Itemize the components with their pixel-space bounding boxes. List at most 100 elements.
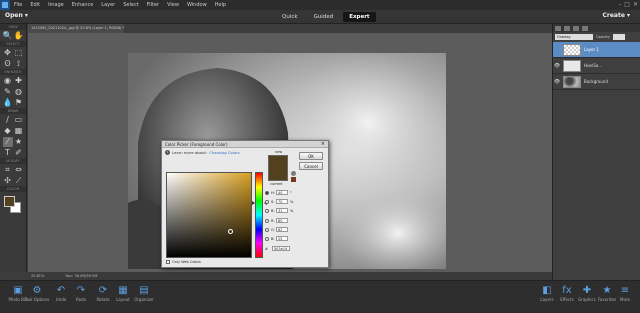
- gradient-tool-icon[interactable]: ▦: [14, 126, 24, 136]
- organizer-button[interactable]: ▤ Organizer: [129, 284, 159, 302]
- layer-visibility-icon[interactable]: 👁: [553, 63, 561, 69]
- brush-tool-icon[interactable]: ∕: [3, 115, 13, 125]
- tab-guided[interactable]: Guided: [308, 12, 340, 22]
- mode-bar: Open ▾ Quick Guided Expert Create ▾: [0, 10, 640, 24]
- straighten-tool-icon[interactable]: ⟋: [14, 176, 24, 186]
- brightness-input[interactable]: 31: [276, 208, 288, 213]
- delete-layer-icon[interactable]: [582, 25, 588, 31]
- marquee-tool-icon[interactable]: ⬚: [14, 48, 24, 58]
- blur-tool-icon[interactable]: 💧: [3, 98, 13, 108]
- crop-tool-icon[interactable]: ⌗: [3, 165, 13, 175]
- menu-enhance[interactable]: Enhance: [68, 0, 98, 10]
- sponge-tool-icon[interactable]: ◍: [14, 87, 24, 97]
- clone-stamp-tool-icon[interactable]: ⚑: [14, 98, 24, 108]
- menu-layer[interactable]: Layer: [97, 0, 119, 10]
- pencil-tool-icon[interactable]: ✐: [14, 148, 24, 158]
- layer-row-background[interactable]: 👁 Background: [553, 74, 640, 90]
- menu-file[interactable]: File: [10, 0, 26, 10]
- hue-slider[interactable]: [255, 172, 263, 258]
- menu-view[interactable]: View: [163, 0, 183, 10]
- new-color-label: new: [275, 150, 283, 154]
- custom-shape-tool-icon[interactable]: ★: [14, 137, 24, 147]
- web-safe-color-icon[interactable]: [291, 177, 296, 182]
- layers-panel-header: [553, 24, 640, 32]
- eraser-tool-icon[interactable]: ▭: [14, 115, 24, 125]
- hue-input[interactable]: 40: [276, 190, 288, 195]
- section-color-label: COLOR: [0, 186, 26, 192]
- saturation-brightness-field[interactable]: [166, 172, 252, 258]
- type-tool-icon[interactable]: T: [3, 148, 13, 158]
- blue-input[interactable]: 25: [276, 236, 288, 241]
- green-input[interactable]: 62: [276, 227, 288, 232]
- more-button[interactable]: ≡ More: [610, 284, 640, 302]
- info-icon: i: [165, 150, 170, 155]
- color-picker-tool-icon[interactable]: ⁄: [2, 136, 13, 147]
- new-group-icon[interactable]: [564, 25, 570, 31]
- zoom-tool-icon[interactable]: 🔍: [3, 31, 13, 41]
- menu-window[interactable]: Window: [183, 0, 211, 10]
- red-radio[interactable]: [265, 218, 269, 223]
- field-blue: B: 25: [265, 235, 288, 242]
- color-marker[interactable]: [228, 229, 233, 234]
- layer-visibility-icon[interactable]: 👁: [553, 79, 561, 85]
- foreground-color-swatch[interactable]: [4, 196, 15, 207]
- saturation-input[interactable]: 70: [276, 199, 288, 204]
- more-icon: ≡: [620, 285, 630, 296]
- field-green: G: 62: [265, 226, 288, 233]
- brightness-radio[interactable]: [265, 208, 269, 213]
- lasso-tool-icon[interactable]: ʘ: [3, 59, 13, 69]
- menu-help[interactable]: Help: [211, 0, 230, 10]
- red-input[interactable]: 80: [276, 218, 288, 223]
- saturation-radio[interactable]: [265, 199, 269, 204]
- adjustment-layer-icon[interactable]: [573, 25, 579, 31]
- blue-radio[interactable]: [265, 236, 269, 241]
- tab-quick[interactable]: Quick: [276, 12, 304, 22]
- smart-brush-tool-icon[interactable]: ✎: [3, 87, 13, 97]
- hue-slider-left-arrow-icon[interactable]: [252, 201, 255, 205]
- layer-row-layer1[interactable]: Layer 1: [553, 42, 640, 58]
- quick-select-tool-icon[interactable]: ⟟: [14, 59, 24, 69]
- dialog-titlebar[interactable]: Color Picker (Foreground Color) ×: [162, 141, 328, 148]
- layer-row-hue-saturation[interactable]: 👁 Hue/Sa...: [553, 58, 640, 74]
- hue-radio[interactable]: [265, 190, 269, 195]
- only-web-colors-checkbox[interactable]: [166, 260, 170, 264]
- choosing-colors-link[interactable]: Choosing Colors: [209, 150, 240, 155]
- close-icon[interactable]: ×: [321, 141, 325, 148]
- doc-size-readout: Doc: 36.0M/59.5M: [65, 274, 98, 278]
- document-tab[interactable]: 1415562_20211024_.jpg @ 20.6% (Layer 1, …: [28, 24, 124, 33]
- window-controls: – □ ✕: [618, 1, 638, 8]
- organizer-label: Organizer: [134, 297, 154, 302]
- move-tool-icon[interactable]: ✥: [3, 48, 13, 58]
- menu-edit[interactable]: Edit: [26, 0, 44, 10]
- hand-tool-icon[interactable]: ✋: [14, 31, 24, 41]
- layers-panel: Overlay Opacity: Layer 1 👁 Hue/Sa... 👁 B…: [552, 24, 640, 280]
- recompose-tool-icon[interactable]: ⇔: [14, 165, 24, 175]
- mode-tabs: Quick Guided Expert: [276, 12, 376, 22]
- minimize-icon[interactable]: –: [618, 1, 621, 8]
- photoshop-elements-window: File Edit Image Enhance Layer Select Fil…: [0, 0, 640, 313]
- menu-select[interactable]: Select: [119, 0, 142, 10]
- field-hue: H: 40 °: [265, 189, 292, 196]
- paint-bucket-tool-icon[interactable]: ◆: [3, 126, 13, 136]
- app-logo-icon: [0, 0, 10, 10]
- cancel-button[interactable]: Cancel: [299, 162, 323, 170]
- green-radio[interactable]: [265, 227, 269, 232]
- maximize-icon[interactable]: □: [624, 1, 630, 8]
- menu-image[interactable]: Image: [44, 0, 68, 10]
- tab-expert[interactable]: Expert: [343, 12, 376, 22]
- new-layer-icon[interactable]: [555, 25, 561, 31]
- ok-button[interactable]: OK: [299, 152, 323, 160]
- spot-heal-tool-icon[interactable]: ✚: [14, 76, 24, 86]
- opacity-input[interactable]: [613, 34, 626, 40]
- blend-mode-select[interactable]: Overlay: [555, 34, 593, 40]
- menu-filter[interactable]: Filter: [143, 0, 163, 10]
- close-icon[interactable]: ✕: [633, 1, 638, 8]
- content-aware-move-tool-icon[interactable]: ✣: [3, 176, 13, 186]
- open-button[interactable]: Open ▾: [5, 12, 28, 19]
- color-preview-swatch: [268, 155, 288, 181]
- gamut-warning-icon[interactable]: [291, 171, 296, 176]
- red-eye-tool-icon[interactable]: ◉: [3, 76, 13, 86]
- create-button[interactable]: Create ▾: [602, 12, 630, 19]
- hex-input[interactable]: 503e19: [271, 246, 290, 251]
- field-hex: # 503e19: [265, 246, 290, 251]
